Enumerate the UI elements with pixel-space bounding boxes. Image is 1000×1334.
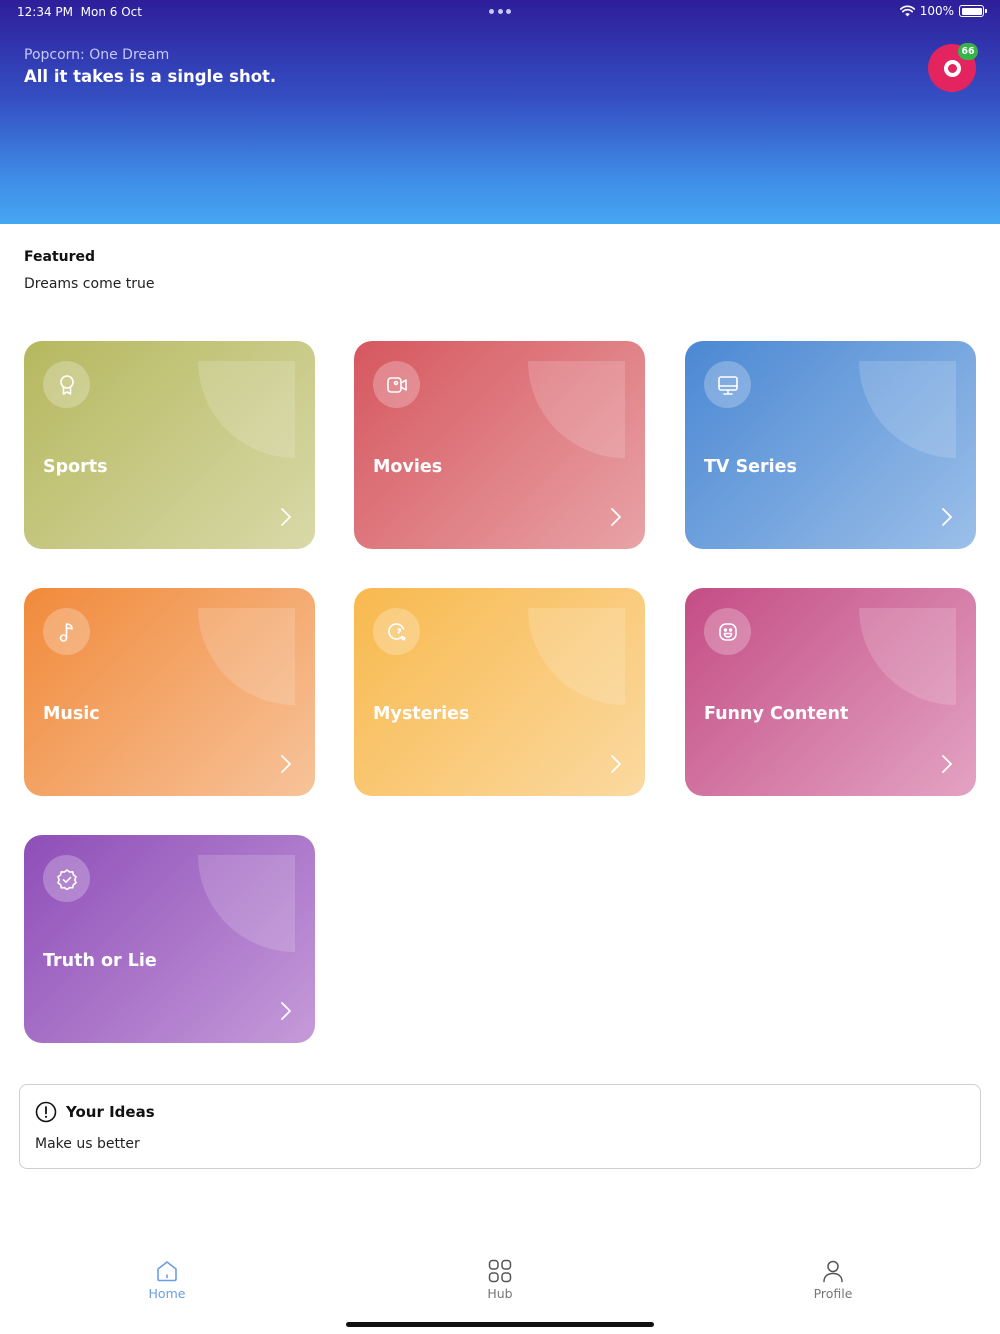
monitor-icon <box>704 361 751 408</box>
your-ideas-card[interactable]: Your Ideas Make us better <box>19 1084 981 1169</box>
verified-badge-icon <box>43 855 90 902</box>
tab-home[interactable]: Home <box>107 1258 227 1306</box>
chevron-right-icon <box>942 755 952 773</box>
video-camera-icon <box>373 361 420 408</box>
category-label: TV Series <box>704 457 797 477</box>
user-icon <box>823 1260 843 1283</box>
mystery-icon <box>373 608 420 655</box>
your-ideas-subtitle: Make us better <box>35 1136 140 1152</box>
status-indicators: 100% <box>899 4 987 18</box>
battery-percent: 100% <box>919 4 954 18</box>
category-card-music[interactable]: Music <box>24 588 315 796</box>
status-bar: 12:34 PM Mon 6 Oct 100% <box>0 0 1000 24</box>
card-decoration <box>198 608 295 705</box>
card-decoration <box>859 361 956 458</box>
chevron-right-icon <box>611 508 621 526</box>
music-note-icon <box>43 608 90 655</box>
card-decoration <box>528 608 625 705</box>
card-decoration <box>198 361 295 458</box>
featured-subtitle: Dreams come true <box>24 276 155 292</box>
multitasking-dots-icon[interactable] <box>489 9 511 15</box>
tab-hub[interactable]: Hub <box>440 1258 560 1306</box>
your-ideas-title: Your Ideas <box>66 1103 155 1121</box>
chevron-right-icon <box>281 755 291 773</box>
category-label: Movies <box>373 457 443 477</box>
home-indicator[interactable] <box>346 1322 654 1327</box>
category-label: Mysteries <box>373 704 470 724</box>
award-icon <box>43 361 90 408</box>
card-decoration <box>528 361 625 458</box>
app-tagline: All it takes is a single shot. <box>24 67 277 86</box>
battery-icon <box>959 5 987 17</box>
status-time: 12:34 PM Mon 6 Oct <box>17 5 142 19</box>
grid-icon <box>488 1259 512 1283</box>
notification-badge: 66 <box>958 43 978 60</box>
category-label: Sports <box>43 457 108 477</box>
featured-heading: Featured <box>24 249 96 265</box>
wifi-icon <box>899 5 915 17</box>
chevron-right-icon <box>281 508 291 526</box>
category-card-tv-series[interactable]: TV Series <box>685 341 976 549</box>
category-label: Truth or Lie <box>43 951 157 971</box>
chevron-right-icon <box>942 508 952 526</box>
category-card-mysteries[interactable]: Mysteries <box>354 588 645 796</box>
tab-hub-label: Hub <box>487 1286 513 1301</box>
chevron-right-icon <box>611 755 621 773</box>
tab-home-label: Home <box>148 1286 186 1301</box>
alert-circle-icon <box>35 1101 57 1123</box>
category-card-truth-or-lie[interactable]: Truth or Lie <box>24 835 315 1043</box>
category-label: Music <box>43 704 100 724</box>
category-card-movies[interactable]: Movies <box>354 341 645 549</box>
app-subtitle: Popcorn: One Dream <box>24 47 170 63</box>
category-card-sports[interactable]: Sports <box>24 341 315 549</box>
header-banner: 12:34 PM Mon 6 Oct 100% Popcorn: One Dre… <box>0 0 1000 224</box>
status-date: Mon 6 Oct <box>80 5 142 19</box>
chevron-right-icon <box>281 1002 291 1020</box>
category-label: Funny Content <box>704 704 849 724</box>
card-decoration <box>198 855 295 952</box>
status-time-text: 12:34 PM <box>17 5 73 19</box>
tab-profile-label: Profile <box>813 1286 853 1301</box>
tab-profile[interactable]: Profile <box>773 1258 893 1306</box>
ring-icon <box>943 59 961 77</box>
category-card-funny-content[interactable]: Funny Content <box>685 588 976 796</box>
smile-icon <box>704 608 751 655</box>
card-decoration <box>859 608 956 705</box>
home-icon <box>157 1261 177 1282</box>
